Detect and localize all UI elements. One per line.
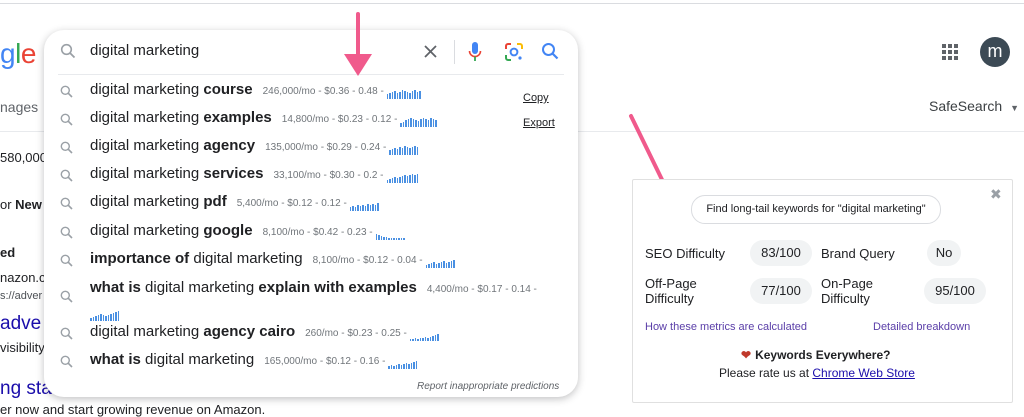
keyword-metrics: 246,000/mo - $0.36 - 0.48 -: [262, 86, 384, 97]
suggestion-text: digital marketing pdf 5,400/mo - $0.12 - …: [90, 193, 380, 211]
suggestion-text: digital marketing google 8,100/mo - $0.42…: [90, 222, 406, 240]
search-icon: [60, 290, 73, 303]
google-lens-icon[interactable]: [504, 42, 524, 62]
suggestion-item[interactable]: digital marketing agency 135,000/mo - $0.…: [44, 134, 578, 162]
keyword-metrics: 8,100/mo - $0.42 - 0.23 -: [262, 227, 373, 238]
copy-link[interactable]: Copy: [523, 92, 549, 104]
off-page-difficulty-value: 77/100: [750, 278, 812, 304]
search-icon: [60, 327, 73, 340]
avatar[interactable]: m: [980, 37, 1010, 67]
result-description: visibility: [0, 340, 45, 355]
on-page-difficulty-value: 95/100: [924, 278, 986, 304]
sparkline-wrap: [90, 302, 120, 321]
seo-difficulty-value: 83/100: [750, 240, 812, 266]
safesearch-label: SafeSearch: [929, 98, 1003, 114]
dropdown-divider: [58, 74, 564, 75]
trend-sparkline-icon: [425, 251, 456, 268]
keywords-everywhere-widget: ✖ Find long-tail keywords for "digital m…: [632, 179, 1013, 403]
safesearch-menu[interactable]: SafeSearch ▼: [929, 98, 1019, 114]
search-icon: [60, 355, 73, 368]
keyword-metrics: 4,400/mo - $0.17 - 0.14 -: [426, 284, 537, 295]
result-snippet: or New: [0, 197, 42, 212]
trend-sparkline-icon: [375, 223, 406, 240]
suggestion-item[interactable]: digital marketing examples 14,800/mo - $0…: [44, 106, 578, 134]
tab-images[interactable]: nages: [0, 99, 38, 115]
off-page-difficulty-label: Off-Page Difficulty: [645, 276, 697, 306]
keyword-metrics: 14,800/mo - $0.23 - 0.12 -: [281, 114, 398, 125]
search-icon: [60, 254, 73, 267]
suggestion-item[interactable]: digital marketing pdf 5,400/mo - $0.12 - …: [44, 190, 578, 218]
search-bar[interactable]: digital marketing: [44, 30, 578, 74]
search-icon: [60, 43, 76, 59]
suggestion-item[interactable]: digital marketing services 33,100/mo - $0…: [44, 162, 578, 190]
brand-query-value: No: [927, 240, 961, 266]
suggestion-item[interactable]: digital marketing google 8,100/mo - $0.42…: [44, 219, 578, 247]
top-divider: [0, 3, 1024, 4]
google-logo[interactable]: gle: [0, 38, 36, 70]
keyword-metrics: 165,000/mo - $0.12 - 0.16 -: [264, 356, 386, 367]
trend-sparkline-icon: [386, 82, 422, 99]
suggestion-item[interactable]: digital marketing course 246,000/mo - $0.…: [44, 78, 578, 106]
result-label: ed: [0, 245, 16, 260]
search-icon: [60, 169, 73, 182]
suggestion-item[interactable]: what is digital marketing 165,000/mo - $0…: [44, 348, 578, 376]
suggestion-item[interactable]: importance of digital marketing 8,100/mo …: [44, 247, 578, 275]
search-icon: [60, 141, 73, 154]
rate-prompt: Please rate us at Chrome Web Store: [719, 366, 915, 380]
metrics-explanation-link[interactable]: How these metrics are calculated: [645, 321, 807, 333]
keyword-metrics: 5,400/mo - $0.12 - 0.12 -: [236, 198, 347, 209]
trend-sparkline-icon: [90, 303, 120, 321]
search-autocomplete-dropdown: digital marketing digital marketing cour…: [44, 30, 578, 397]
trend-sparkline-icon: [388, 352, 418, 369]
caret-down-icon: ▼: [1010, 103, 1020, 113]
keyword-metrics: 260/mo - $0.23 - 0.25 -: [305, 328, 407, 339]
suggestion-item[interactable]: what is digital marketing explain with e…: [44, 276, 578, 321]
search-submit-icon[interactable]: [541, 42, 559, 60]
suggestion-item[interactable]: digital marketing agency cairo 260/mo - $…: [44, 320, 578, 348]
detailed-breakdown-link[interactable]: Detailed breakdown: [873, 321, 970, 333]
keyword-metrics: 33,100/mo - $0.30 - 0.2 -: [273, 170, 384, 181]
report-predictions-link[interactable]: Report inappropriate predictions: [417, 381, 559, 392]
annotation-arrow-down: [344, 12, 372, 76]
keyword-metrics: 135,000/mo - $0.29 - 0.24 -: [265, 142, 387, 153]
heart-icon: ❤: [741, 348, 752, 362]
trend-sparkline-icon: [389, 138, 419, 155]
apps-grid-icon[interactable]: [940, 42, 960, 62]
search-icon: [60, 85, 73, 98]
microphone-icon[interactable]: [468, 41, 482, 63]
search-bar-divider: [454, 40, 455, 64]
brand-query-label: Brand Query: [821, 246, 895, 261]
suggestion-text: what is digital marketing 165,000/mo - $0…: [90, 351, 418, 369]
search-icon: [60, 226, 73, 239]
rate-prompt-title: ❤ Keywords Everywhere?: [741, 348, 891, 362]
trend-sparkline-icon: [409, 324, 440, 341]
seo-difficulty-label: SEO Difficulty: [645, 246, 725, 261]
trend-sparkline-icon: [349, 194, 380, 211]
result-count-text: 580,000: [0, 150, 47, 165]
trend-sparkline-icon: [386, 166, 420, 183]
suggestion-text: digital marketing agency cairo 260/mo - $…: [90, 323, 440, 341]
suggestion-text: importance of digital marketing 8,100/mo …: [90, 250, 456, 268]
trend-sparkline-icon: [400, 110, 438, 127]
chrome-web-store-link[interactable]: Chrome Web Store: [812, 366, 915, 380]
close-widget-icon[interactable]: ✖: [990, 186, 1002, 203]
suggestion-text: digital marketing agency 135,000/mo - $0.…: [90, 137, 419, 155]
suggestion-text: digital marketing examples 14,800/mo - $0…: [90, 109, 438, 127]
result-title-link[interactable]: adve: [0, 313, 41, 335]
search-icon: [60, 197, 73, 210]
search-input[interactable]: digital marketing: [90, 42, 199, 59]
export-link[interactable]: Export: [523, 117, 555, 129]
suggestion-text: digital marketing services 33,100/mo - $0…: [90, 165, 420, 183]
find-long-tail-button[interactable]: Find long-tail keywords for "digital mar…: [691, 195, 941, 224]
suggestion-text: what is digital marketing explain with e…: [90, 279, 537, 296]
result-description-2: er now and start growing revenue on Amaz…: [0, 402, 266, 417]
close-icon[interactable]: [422, 43, 439, 60]
result-url: s://adver: [0, 290, 43, 302]
suggestion-text: digital marketing course 246,000/mo - $0.…: [90, 81, 422, 99]
on-page-difficulty-label: On-Page Difficulty: [821, 276, 874, 306]
keyword-metrics: 8,100/mo - $0.12 - 0.04 -: [312, 255, 423, 266]
search-icon: [60, 113, 73, 126]
